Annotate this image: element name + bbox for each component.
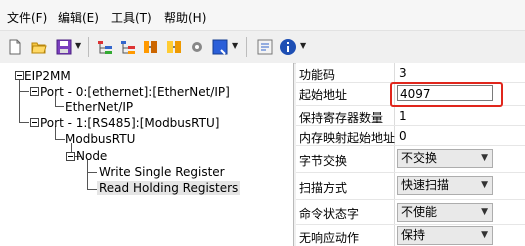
- no-response-label: 无响应动作: [299, 231, 360, 245]
- property-row: 字节交换 不交换 ▼: [296, 146, 525, 173]
- tree-node-write-single-register[interactable]: Write Single Register: [99, 165, 225, 179]
- tree-connector: [87, 189, 97, 190]
- no-response-select[interactable]: 保持 ▼: [397, 226, 493, 245]
- toolbar-separator: [88, 37, 89, 57]
- memory-map-value[interactable]: 0: [399, 129, 407, 143]
- module-icon[interactable]: [211, 38, 229, 56]
- highlight-box: [390, 82, 503, 107]
- tree-move-icon[interactable]: [142, 38, 160, 56]
- new-file-icon[interactable]: [6, 38, 24, 56]
- byte-swap-value: 不交换: [401, 151, 438, 165]
- collapse-toggle-icon[interactable]: [30, 87, 39, 96]
- config-icon[interactable]: [256, 38, 274, 56]
- scan-mode-select[interactable]: 快速扫描 ▼: [397, 176, 493, 195]
- tree-node-ethernetip[interactable]: EtherNet/IP: [65, 100, 133, 114]
- project-tree: EIP2MM Port - 0:[ethernet]:[EtherNet/IP]…: [0, 63, 294, 246]
- info-icon[interactable]: [279, 38, 297, 56]
- no-response-value: 保持: [401, 228, 426, 242]
- module-dropdown-icon[interactable]: ▼: [232, 41, 238, 53]
- function-code-label: 功能码: [299, 68, 336, 82]
- register-count-value[interactable]: 1: [399, 109, 407, 123]
- start-address-label: 起始地址: [299, 88, 348, 102]
- tree-node-read-holding-registers[interactable]: Read Holding Registers: [97, 181, 241, 195]
- chevron-down-icon: ▼: [481, 207, 488, 217]
- cmd-status-select[interactable]: 不使能 ▼: [397, 203, 493, 222]
- tree-add-icon[interactable]: [96, 38, 114, 56]
- function-code-value[interactable]: 3: [399, 66, 407, 80]
- open-folder-icon[interactable]: [30, 38, 48, 56]
- tree-delete-icon[interactable]: [165, 38, 183, 56]
- tree-connector: [55, 106, 64, 107]
- chevron-down-icon: ▼: [481, 153, 488, 163]
- tree-edit-icon[interactable]: [119, 38, 137, 56]
- menu-tools[interactable]: 工具(T): [111, 9, 152, 26]
- byte-swap-select[interactable]: 不交换 ▼: [397, 149, 493, 168]
- tree-connector: [87, 172, 97, 173]
- info-dropdown-icon[interactable]: ▼: [300, 41, 306, 53]
- chevron-down-icon: ▼: [481, 230, 488, 240]
- tree-node-port0[interactable]: Port - 0:[ethernet]:[EtherNet/IP]: [40, 85, 230, 99]
- menu-file[interactable]: 文件(F): [7, 9, 47, 26]
- property-row: 扫描方式 快速扫描 ▼: [296, 173, 525, 200]
- toolbar: ▼ ▼ ▼: [0, 30, 525, 64]
- property-row: 无响应动作 保持 ▼: [296, 225, 525, 246]
- tree-connector: [55, 139, 65, 140]
- tree-node-port1[interactable]: Port - 1:[RS485]:[ModbusRTU]: [40, 116, 219, 130]
- memory-map-label: 内存映射起始地址: [299, 131, 396, 145]
- collapse-toggle-icon[interactable]: [15, 71, 24, 80]
- save-icon[interactable]: [55, 38, 73, 56]
- cmd-status-label: 命令状态字: [299, 207, 360, 221]
- property-row: 内存映射起始地址 0: [296, 126, 525, 146]
- settings-icon[interactable]: [188, 38, 206, 56]
- tree-connector: [19, 78, 20, 122]
- tree-connector: [19, 122, 29, 123]
- chevron-down-icon: ▼: [481, 180, 488, 190]
- toolbar-separator: [246, 37, 247, 57]
- tree-node-node[interactable]: Node: [76, 149, 107, 163]
- save-dropdown-icon[interactable]: ▼: [75, 41, 81, 53]
- register-count-label: 保持寄存器数量: [299, 111, 384, 125]
- property-row: 保持寄存器数量 1: [296, 106, 525, 126]
- property-row: 功能码 3: [296, 63, 525, 83]
- byte-swap-label: 字节交换: [299, 154, 348, 168]
- scan-mode-value: 快速扫描: [401, 178, 450, 192]
- tree-connector: [87, 160, 88, 189]
- tree-connector: [19, 91, 29, 92]
- collapse-toggle-icon[interactable]: [66, 152, 75, 161]
- menu-bar: 文件(F) 编辑(E) 工具(T) 帮助(H): [0, 0, 525, 30]
- menu-help[interactable]: 帮助(H): [164, 9, 206, 26]
- collapse-toggle-icon[interactable]: [30, 118, 39, 127]
- property-row: 命令状态字 不使能 ▼: [296, 200, 525, 225]
- cmd-status-value: 不使能: [401, 205, 438, 219]
- scan-mode-label: 扫描方式: [299, 181, 348, 195]
- tree-node-eip2mm[interactable]: EIP2MM: [24, 69, 71, 83]
- tree-node-modbusrtu[interactable]: ModbusRTU: [65, 132, 135, 146]
- menu-edit[interactable]: 编辑(E): [58, 9, 99, 26]
